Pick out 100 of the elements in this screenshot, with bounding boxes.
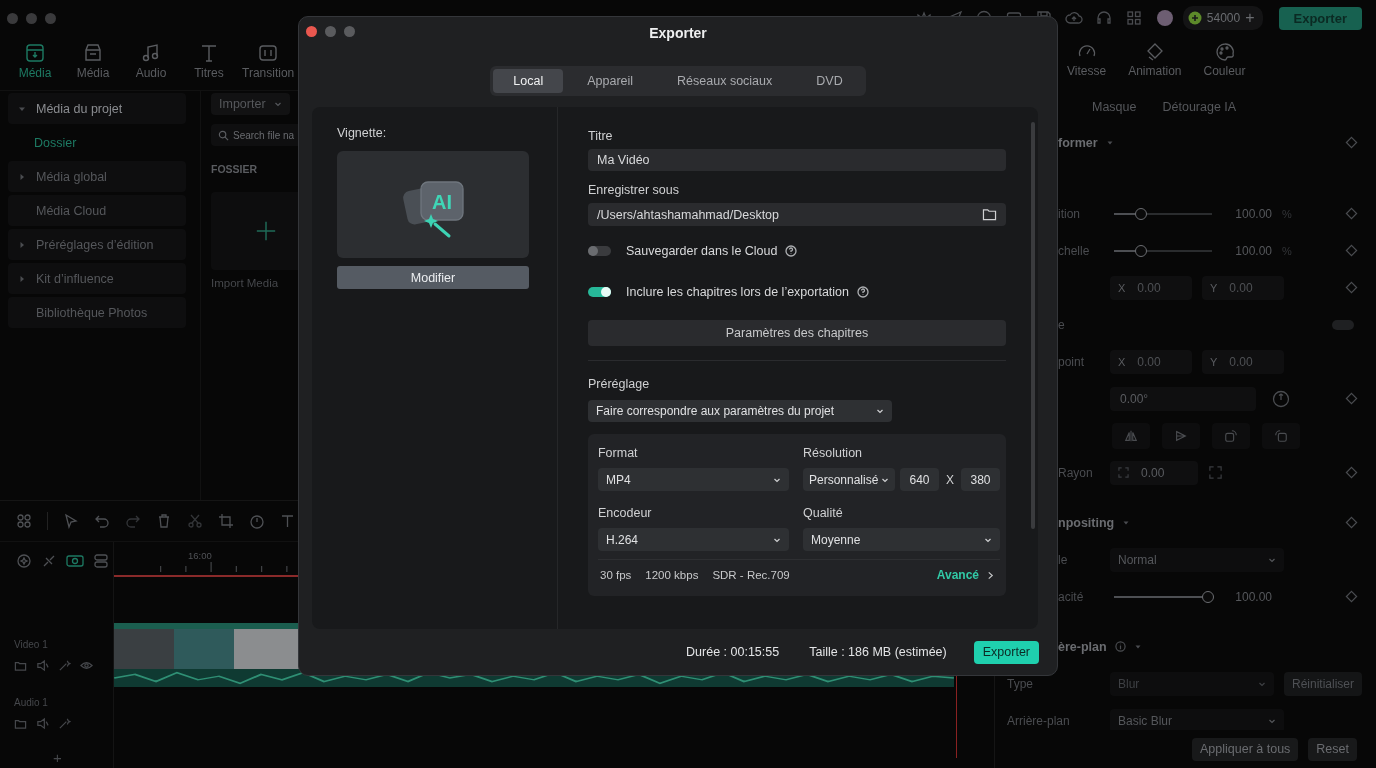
grid-icon[interactable]	[16, 513, 32, 529]
slider-thumb[interactable]	[1135, 207, 1148, 220]
inspector-subtab[interactable]: Détourage IA	[1162, 94, 1237, 120]
format-dropdown[interactable]: MP4	[598, 468, 789, 491]
media-tab[interactable]: Titres	[184, 36, 234, 90]
caret-icon[interactable]	[18, 240, 26, 249]
apply-all-button[interactable]: Appliquer à tous	[1192, 737, 1299, 761]
y-field[interactable]: Y 0.00	[1202, 275, 1284, 300]
avatar-icon[interactable]	[1156, 10, 1173, 26]
export-tab[interactable]: Local	[493, 69, 564, 93]
redo-icon[interactable]	[125, 513, 141, 529]
toggle-switch[interactable]	[588, 287, 611, 297]
magic-wand-icon[interactable]	[58, 717, 71, 730]
rotate-right-button[interactable]	[1212, 422, 1250, 449]
sidebar-item[interactable]: Bibliothèque Photos	[8, 297, 186, 328]
preset-dropdown[interactable]: Faire correspondre aux paramètres du projet	[588, 400, 892, 422]
export-button[interactable]: Exporter	[973, 640, 1039, 664]
quality-dropdown[interactable]: Moyenne	[803, 528, 1000, 551]
title-field[interactable]: Ma Vidéo	[588, 149, 1006, 171]
toggle-switch[interactable]	[1332, 319, 1354, 330]
export-tab[interactable]: Réseaux sociaux	[657, 69, 793, 93]
export-tab[interactable]: DVD	[796, 69, 863, 93]
window-minimize-button[interactable]	[26, 12, 37, 24]
dialog-minimize-button[interactable]	[325, 26, 336, 37]
keyframe-icon[interactable]	[1345, 136, 1358, 149]
resolution-dropdown[interactable]: Personnalisé	[803, 468, 895, 491]
sparkle-icon[interactable]	[16, 553, 32, 569]
slider-thumb[interactable]	[1202, 590, 1215, 603]
flip-horizontal-button[interactable]	[1112, 422, 1150, 449]
corner-expand-icon[interactable]	[1208, 465, 1223, 480]
info-icon[interactable]	[1114, 641, 1126, 652]
scissors-icon[interactable]	[187, 513, 203, 529]
media-tab[interactable]: Audio	[126, 36, 176, 90]
text-icon[interactable]	[280, 513, 296, 529]
media-tab[interactable]: Média	[10, 36, 60, 90]
window-close-button[interactable]	[7, 12, 18, 24]
slider-thumb[interactable]	[1135, 244, 1148, 257]
grid-icon[interactable]	[1124, 9, 1143, 27]
caret-icon[interactable]	[18, 172, 26, 181]
media-tab[interactable]: Média	[68, 36, 118, 90]
flip-vertical-button[interactable]	[1162, 422, 1200, 449]
export-tab[interactable]: Appareil	[567, 69, 654, 93]
import-dropdown[interactable]: Importer	[211, 93, 290, 115]
track-layout-icon[interactable]	[93, 553, 109, 569]
undo-icon[interactable]	[94, 513, 110, 529]
keyframe-icon[interactable]	[1345, 207, 1358, 220]
crop-icon[interactable]	[218, 513, 234, 529]
y-field[interactable]: Y 0.00	[1202, 349, 1284, 374]
cloud-upload-icon[interactable]	[1064, 9, 1083, 27]
inspector-tab[interactable]: Vitesse	[1067, 36, 1107, 90]
add-track-button[interactable]: +	[0, 750, 113, 768]
keyframe-icon[interactable]	[1345, 516, 1358, 529]
chapter-settings-button[interactable]: Paramètres des chapitres	[588, 320, 1006, 346]
dialog-close-button[interactable]	[306, 26, 317, 37]
media-tab[interactable]: Transition	[242, 36, 295, 90]
sidebar-item[interactable]: Dossier	[8, 127, 186, 158]
reset-button[interactable]: Réinitialiser	[1284, 671, 1363, 696]
help-icon[interactable]	[785, 245, 798, 257]
sidebar-item[interactable]: Média Cloud	[8, 195, 186, 226]
height-field[interactable]: 380	[961, 468, 1000, 491]
preview-mode-icon[interactable]	[66, 553, 84, 569]
speaker-icon[interactable]	[36, 717, 49, 730]
inspector-subtab[interactable]: Masque	[1092, 94, 1137, 120]
inspector-tab[interactable]: Couleur	[1203, 36, 1246, 90]
keyframe-icon[interactable]	[1345, 466, 1358, 479]
dropdown[interactable]: Normal	[1110, 547, 1284, 572]
add-credits-button[interactable]: +	[1245, 10, 1255, 26]
headset-icon[interactable]	[1094, 9, 1113, 27]
angle-field[interactable]: 0.00°	[1110, 386, 1256, 411]
rotation-dial-icon[interactable]	[1272, 389, 1290, 408]
cursor-icon[interactable]	[63, 513, 79, 529]
rotate-left-button[interactable]	[1262, 422, 1300, 449]
advanced-link[interactable]: Avancé	[936, 568, 979, 582]
eye-icon[interactable]	[80, 659, 93, 672]
sidebar-item[interactable]: Média global	[8, 161, 186, 192]
trash-icon[interactable]	[156, 513, 172, 529]
sidebar-item[interactable]: Média du projet	[8, 93, 186, 124]
keyframe-icon[interactable]	[1345, 281, 1358, 294]
link-icon[interactable]	[41, 553, 57, 569]
keyframe-icon[interactable]	[1345, 392, 1358, 405]
caret-icon[interactable]	[18, 274, 26, 283]
dropdown[interactable]: Basic Blur	[1110, 708, 1284, 733]
keyframe-icon[interactable]	[1345, 244, 1358, 257]
sidebar-item[interactable]: Kit d’influence	[8, 263, 186, 294]
scrollbar[interactable]	[1031, 122, 1035, 529]
edit-thumbnail-button[interactable]: Modifier	[337, 266, 529, 289]
radius-field[interactable]: 0.00	[1110, 460, 1198, 485]
magic-wand-icon[interactable]	[58, 659, 71, 672]
encoder-dropdown[interactable]: H.264	[598, 528, 789, 551]
sidebar-item[interactable]: Préréglages d’édition	[8, 229, 186, 260]
speaker-icon[interactable]	[36, 659, 49, 672]
x-field[interactable]: X 0.00	[1110, 349, 1192, 374]
credits-pill[interactable]: 54000 +	[1182, 6, 1263, 30]
chevron-right-icon[interactable]	[987, 570, 994, 580]
window-zoom-button[interactable]	[45, 12, 56, 24]
folder-icon[interactable]	[982, 208, 997, 221]
width-field[interactable]: 640	[900, 468, 939, 491]
timer-icon[interactable]	[249, 513, 265, 529]
inspector-tab[interactable]: Animation	[1128, 36, 1182, 90]
save-path-field[interactable]: /Users/ahtashamahmad/Desktop	[588, 203, 1006, 226]
